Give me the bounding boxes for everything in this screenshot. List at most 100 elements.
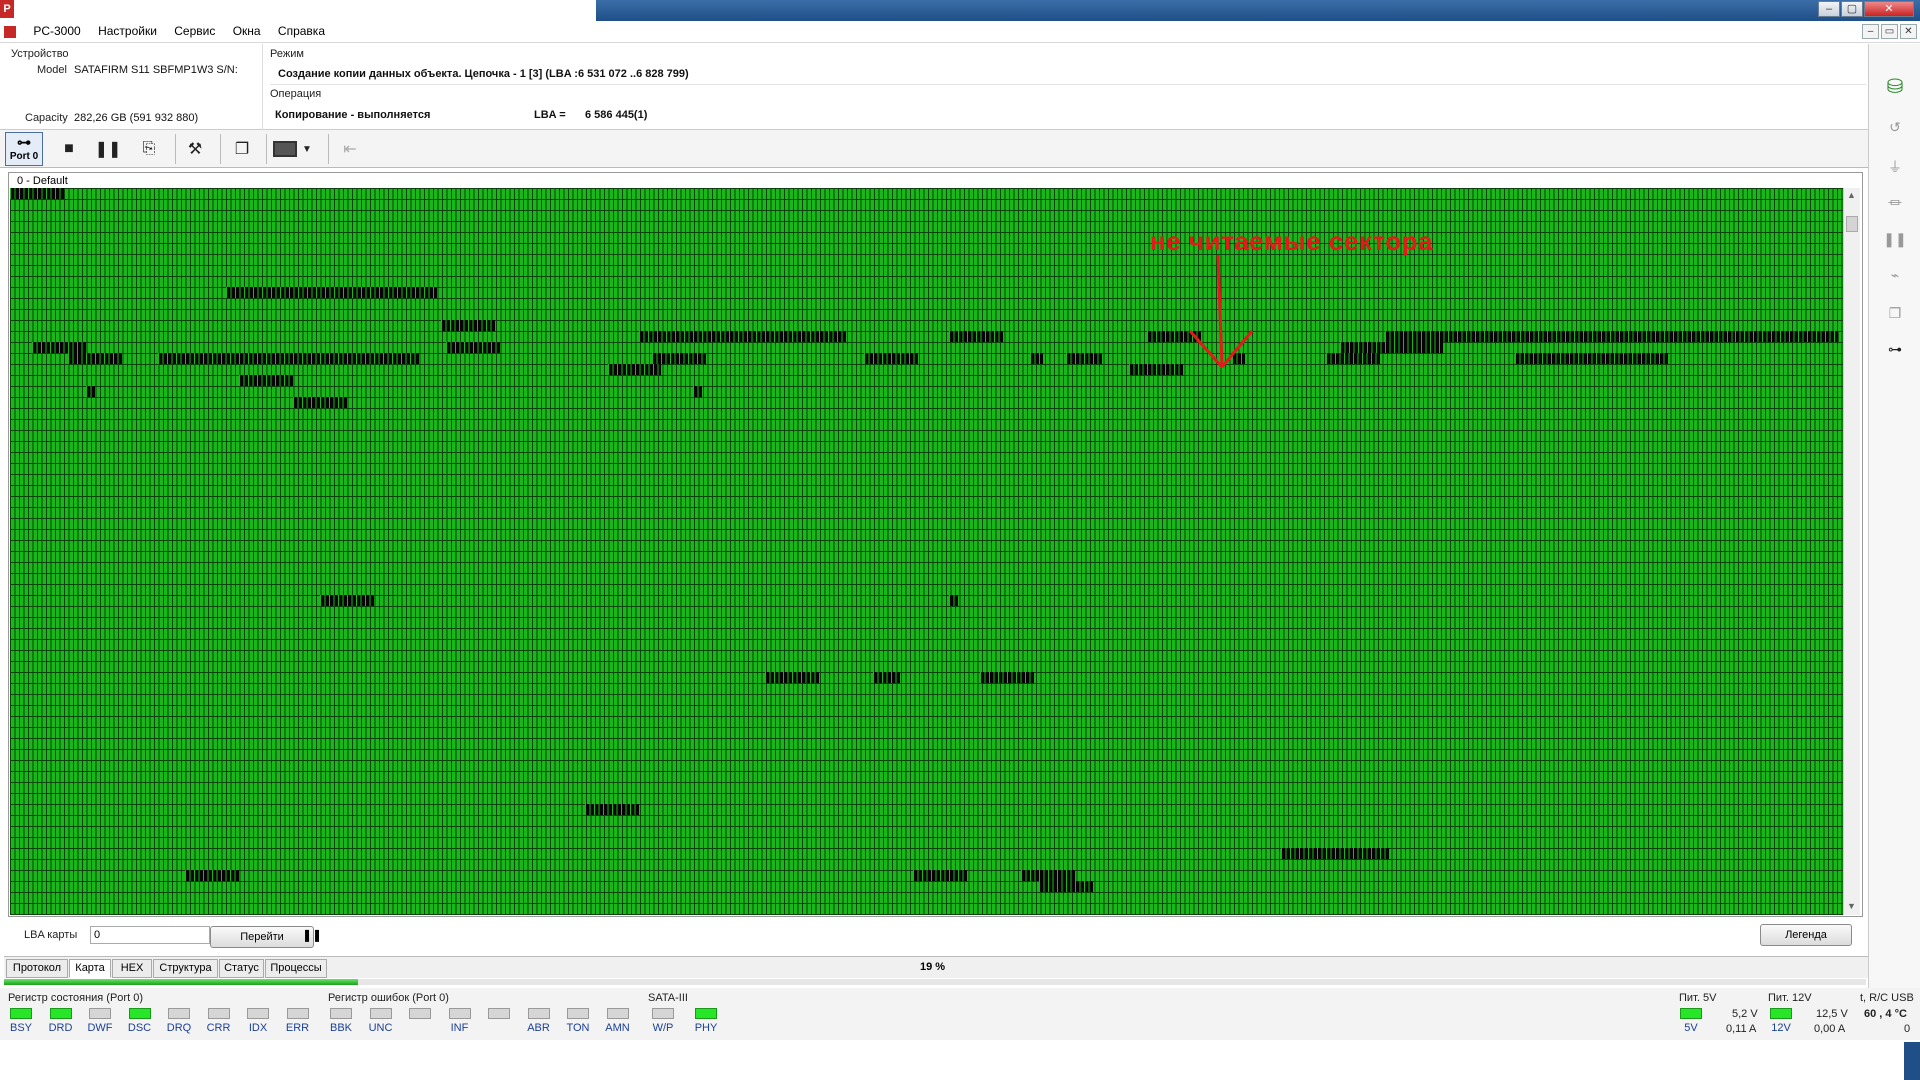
error-register-led-label: ABR — [527, 1022, 550, 1034]
status-register-led-label: DRQ — [166, 1022, 192, 1034]
menu-service[interactable]: Сервис — [167, 21, 222, 41]
monitor-icon[interactable] — [272, 134, 298, 164]
unreadable-sector-run — [652, 353, 707, 364]
goto-button[interactable]: Перейти — [210, 926, 314, 948]
unreadable-sector-run — [863, 353, 918, 364]
error-register-led-label: INF — [450, 1022, 469, 1034]
error-register-led-label: UNC — [368, 1022, 393, 1034]
unreadable-sector-run — [239, 375, 294, 386]
error-register-led-label: AMN — [605, 1022, 630, 1034]
tab-structure[interactable]: Структура — [153, 959, 218, 978]
menu-settings[interactable]: Настройки — [91, 21, 164, 41]
tab-status[interactable]: Статус — [219, 959, 264, 978]
capacity-label: Capacity — [25, 112, 68, 124]
legend-button[interactable]: Легенда — [1760, 924, 1852, 946]
disconnect-icon[interactable]: ⌁ — [1881, 262, 1909, 288]
disabled-tool-icon: ⇤ — [343, 141, 357, 158]
status-register-led-label: DRD — [48, 1022, 73, 1034]
sector-map-grid[interactable] — [10, 188, 1843, 915]
power-5v-icon[interactable]: ⏚ — [1881, 154, 1909, 180]
tab-map[interactable]: Карта — [69, 959, 111, 978]
app-menu-icon[interactable] — [0, 21, 23, 41]
maximize-button[interactable]: ▢ — [1841, 1, 1863, 17]
menu-pc3000[interactable]: PC-3000 — [26, 21, 87, 41]
scroll-up-icon[interactable]: ▲ — [1847, 190, 1856, 200]
pause-icon[interactable]: ❚❚ — [92, 134, 124, 164]
drive-power-icon[interactable]: ⛁ — [1881, 74, 1909, 100]
unreadable-sector-run — [158, 353, 419, 364]
unreadable-sector-run — [10, 188, 64, 199]
scroll-thumb[interactable] — [1846, 216, 1858, 232]
status-register-led — [168, 1008, 190, 1019]
export-icon[interactable]: ⎘ — [133, 134, 165, 164]
power12-led-label: 12V — [1771, 1022, 1791, 1034]
pause-side-icon[interactable]: ❚❚ — [1881, 226, 1909, 252]
error-register-led — [369, 1008, 392, 1019]
operation-value: Копирование - выполняется — [275, 109, 431, 121]
sata-led-label: PHY — [694, 1022, 718, 1034]
copy-side-icon[interactable]: ❐ — [1881, 300, 1909, 326]
minimize-button[interactable]: – — [1818, 1, 1840, 17]
status-register-led-label: IDX — [248, 1022, 268, 1034]
mdi-minimize-button[interactable]: – — [1862, 24, 1879, 39]
mdi-restore-button[interactable]: ▭ — [1881, 24, 1898, 39]
status-register-led — [49, 1008, 72, 1019]
toolbar: ⊶ Port 0 ■ ❚❚ ⎘ ⚒ ❐ ▼ ⇤ — [0, 130, 1868, 168]
map-title: 0 - Default — [17, 175, 68, 187]
port-side-icon[interactable]: ⊶ — [1881, 336, 1909, 362]
lba-map-label: LBA карты — [24, 929, 78, 941]
temp-title: t, R/C USB — [1860, 992, 1914, 1004]
unreadable-sector-run — [1339, 342, 1444, 353]
mode-section-label: Режим — [270, 48, 304, 60]
unreadable-sector-run — [1515, 353, 1668, 364]
tab-hex[interactable]: HEX — [112, 959, 152, 978]
close-button[interactable]: ✕ — [1864, 1, 1914, 17]
taskbar-fragment — [1904, 1042, 1920, 1080]
unreadable-sector-run — [1065, 353, 1102, 364]
app-icon: P — [0, 0, 14, 18]
error-register-led — [527, 1008, 550, 1019]
unreadable-sector-run — [1029, 353, 1044, 364]
port-icon: ⊶ — [17, 134, 31, 150]
unreadable-sector-run — [1020, 870, 1075, 881]
chevron-down-icon[interactable]: ▼ — [300, 134, 314, 164]
copy-icon[interactable]: ❐ — [226, 134, 258, 164]
status-register-led-label: DSC — [127, 1022, 152, 1034]
status-register-led-label: CRR — [206, 1022, 231, 1034]
status-register-led — [89, 1008, 111, 1019]
unreadable-sector-run — [948, 331, 1003, 342]
temp-extra: 0 — [1904, 1023, 1911, 1035]
error-register-led — [448, 1008, 471, 1019]
unreadable-sector-run — [1281, 848, 1390, 859]
unreadable-sector-run — [32, 342, 87, 353]
lba-map-input[interactable] — [90, 926, 210, 944]
status-register-led — [286, 1008, 309, 1019]
unreadable-sector-run — [607, 364, 662, 375]
menu-windows[interactable]: Окна — [226, 21, 268, 41]
status-register-led-label: ERR — [285, 1022, 310, 1034]
map-controls: LBA карты Перейти ❚❚ Легенда — [8, 920, 1863, 954]
pause-map-icon[interactable]: ❚❚ — [302, 928, 322, 942]
error-register-led — [409, 1008, 431, 1019]
menu-help[interactable]: Справка — [271, 21, 332, 41]
unreadable-sector-run — [441, 320, 496, 331]
mdi-close-button[interactable]: ✕ — [1900, 24, 1917, 39]
reset-icon[interactable]: ↺ — [1881, 114, 1909, 140]
power-12v-icon[interactable]: ⏛ — [1881, 190, 1909, 216]
unreadable-sector-run — [872, 672, 900, 683]
status-register-led — [128, 1008, 151, 1019]
toolbar-separator — [220, 134, 221, 164]
error-register-led-label: TON — [566, 1022, 590, 1034]
tab-protocol[interactable]: Протокол — [6, 959, 68, 978]
tab-processes[interactable]: Процессы — [265, 959, 327, 978]
stop-icon[interactable]: ■ — [53, 134, 85, 164]
capacity-value: 282,26 GB (591 932 880) — [74, 112, 199, 124]
map-scrollbar[interactable]: ▲ ▼ — [1843, 188, 1860, 915]
temp-value: 60 , 4 °C — [1864, 1008, 1907, 1020]
scroll-down-icon[interactable]: ▼ — [1847, 901, 1856, 911]
progress-fill — [4, 979, 358, 985]
power5-voltage: 5,2 V — [1732, 1008, 1758, 1020]
tools-icon[interactable]: ⚒ — [179, 134, 211, 164]
port0-button[interactable]: ⊶ Port 0 — [5, 132, 43, 166]
tab-bar: Протокол Карта HEX Структура Статус Проц… — [4, 956, 1868, 978]
